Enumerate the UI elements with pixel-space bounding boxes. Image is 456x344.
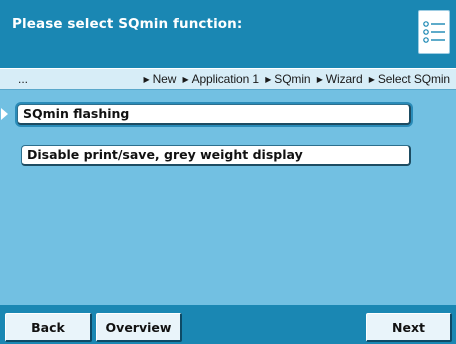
selection-arrow-icon: [1, 108, 8, 120]
list-menu-icon: [423, 21, 445, 43]
overview-button[interactable]: Overview: [96, 313, 182, 342]
breadcrumb-path: ▶ New ▶ Application 1 ▶ SQmin ▶ Wizard ▶ Sele…: [141, 72, 451, 86]
triangle-right-icon: ▶: [143, 75, 150, 84]
option-disable-print-save[interactable]: Disable print/save, grey weight display: [21, 145, 411, 166]
triangle-right-icon: ▶: [182, 75, 189, 84]
header-bar: Please select SQmin function:: [0, 0, 456, 68]
breadcrumb-item-new[interactable]: New: [153, 72, 177, 86]
footer-bar: Back Overview Next: [0, 305, 456, 344]
breadcrumb-item-wizard[interactable]: Wizard: [326, 72, 363, 86]
back-button[interactable]: Back: [5, 313, 92, 342]
breadcrumb-item-application[interactable]: Application 1: [192, 72, 260, 86]
breadcrumb: ... ▶ New ▶ Application 1 ▶ SQmin ▶ Wizard ▶…: [0, 68, 456, 90]
triangle-right-icon: ▶: [265, 75, 272, 84]
breadcrumb-item-select-sqmin: Select SQmin: [377, 72, 450, 86]
next-button[interactable]: Next: [366, 313, 452, 342]
breadcrumb-item-sqmin[interactable]: SQmin: [274, 72, 310, 86]
triangle-right-icon: ▶: [316, 75, 323, 84]
breadcrumb-ellipsis[interactable]: ...: [18, 72, 28, 86]
triangle-right-icon: ▶: [368, 75, 375, 84]
list-menu-button[interactable]: [418, 10, 450, 54]
app-screen: Please select SQmin function: ... ▶ New ▶…: [0, 0, 456, 344]
option-sqmin-flashing[interactable]: SQmin flashing: [17, 104, 411, 125]
page-title: Please select SQmin function:: [12, 16, 243, 32]
